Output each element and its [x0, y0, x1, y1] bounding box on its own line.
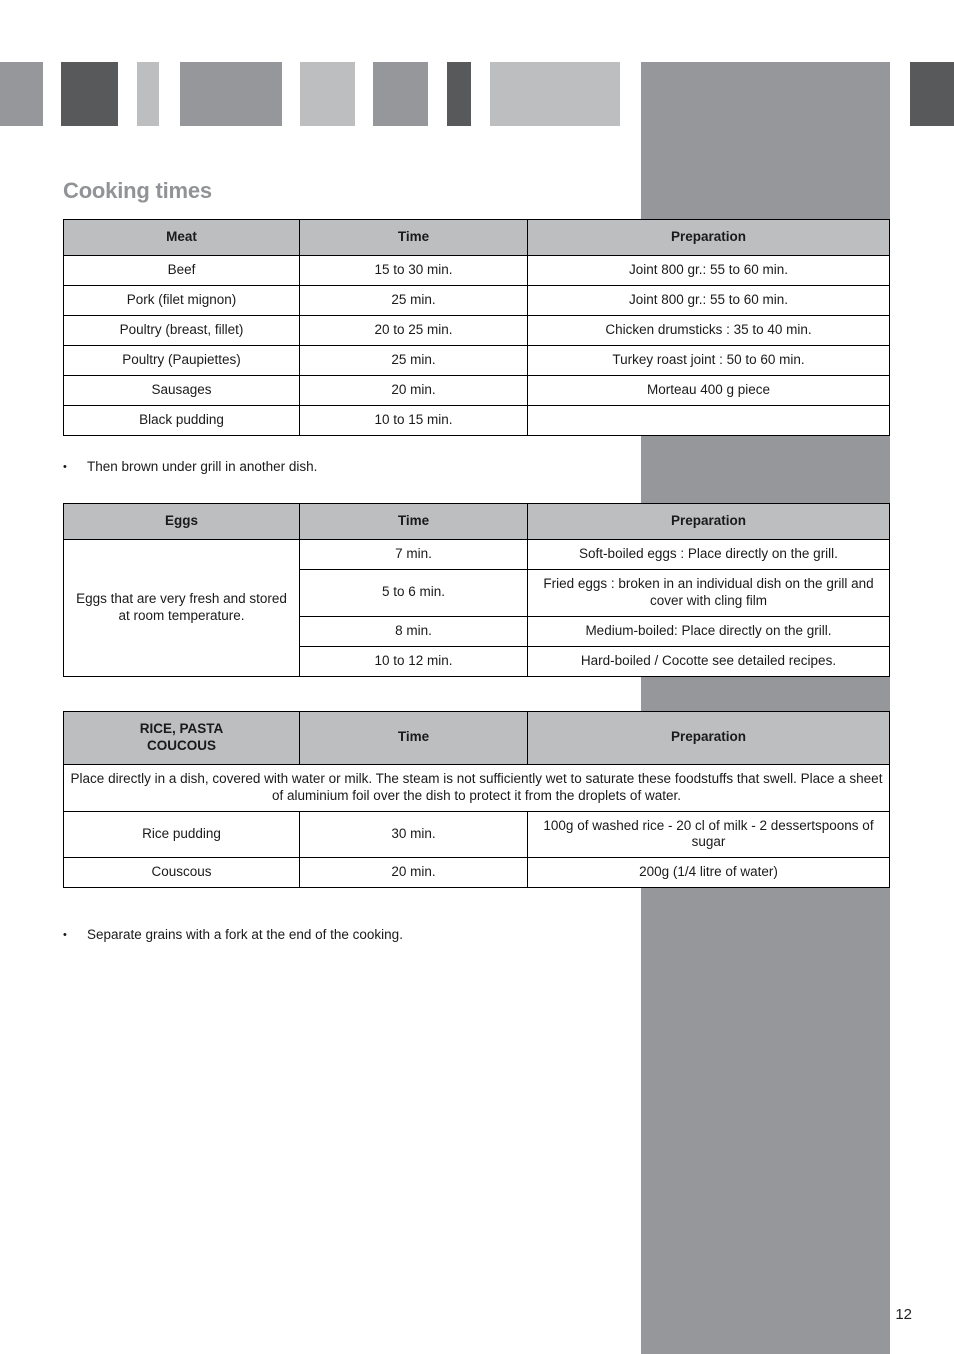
cooking-times-rice-table: RICE, PASTA COUCOUS Time Preparation Pla…	[63, 711, 890, 889]
cell-preparation: 100g of washed rice - 20 cl of milk - 2 …	[527, 810, 890, 859]
table-header-row: Meat Time Preparation	[63, 219, 890, 256]
cell-preparation: Fried eggs : broken in an individual dis…	[527, 568, 890, 617]
cell-time: 25 min.	[299, 284, 528, 316]
table-row: Poultry (Paupiettes) 25 min. Turkey roas…	[63, 344, 890, 376]
cooking-times-meat-table: Meat Time Preparation Beef 15 to 30 min.…	[63, 219, 890, 436]
table-row: Couscous 20 min. 200g (1/4 litre of wate…	[63, 857, 890, 889]
table-row: Beef 15 to 30 min. Joint 800 gr.: 55 to …	[63, 254, 890, 286]
column-header-preparation: Preparation	[527, 219, 890, 256]
cell-preparation: Turkey roast joint : 50 to 60 min.	[527, 344, 890, 376]
cell-time: 30 min.	[299, 810, 528, 859]
cooking-times-eggs-table: Eggs Time Preparation Eggs that are very…	[63, 503, 890, 677]
cell-time: 20 to 25 min.	[299, 314, 528, 346]
page-content: Cooking times Meat Time Preparation Beef…	[0, 0, 954, 1354]
column-header-time: Time	[299, 503, 528, 540]
cell-food: Black pudding	[63, 404, 300, 436]
bullet-item-grill-note: • Then brown under grill in another dish…	[63, 458, 317, 476]
column-header-preparation: Preparation	[527, 503, 890, 540]
column-header-line-2: COUCOUS	[146, 737, 216, 753]
cell-food: Sausages	[63, 374, 300, 406]
table-row-note: Place directly in a dish, covered with w…	[63, 763, 890, 812]
table-header-row: Eggs Time Preparation	[63, 503, 890, 540]
cell-food: Poultry (Paupiettes)	[63, 344, 300, 376]
column-header-time: Time	[299, 219, 528, 256]
bullet-marker-icon: •	[63, 929, 67, 941]
page-number: 12	[895, 1306, 912, 1323]
cell-preparation: Chicken drumsticks : 35 to 40 min.	[527, 314, 890, 346]
cell-preparation: Joint 800 gr.: 55 to 60 min.	[527, 254, 890, 286]
cell-time: 8 min.	[299, 615, 528, 647]
column-header-meat: Meat	[63, 219, 300, 256]
table-row: Poultry (breast, fillet) 20 to 25 min. C…	[63, 314, 890, 346]
cell-preparation	[527, 404, 890, 436]
bullet-marker-icon: •	[63, 461, 67, 473]
cell-time: 7 min.	[299, 538, 528, 570]
cell-preparation: Joint 800 gr.: 55 to 60 min.	[527, 284, 890, 316]
cell-preparation: Medium-boiled: Place directly on the gri…	[527, 615, 890, 647]
column-header-time: Time	[299, 711, 528, 765]
bullet-text: Separate grains with a fork at the end o…	[87, 927, 403, 942]
table-header-row: RICE, PASTA COUCOUS Time Preparation	[63, 711, 890, 765]
cell-food: Rice pudding	[63, 810, 300, 859]
table-row: Pork (filet mignon) 25 min. Joint 800 gr…	[63, 284, 890, 316]
page-title: Cooking times	[63, 178, 212, 203]
cell-preparation: 200g (1/4 litre of water)	[527, 857, 890, 889]
column-header-eggs: Eggs	[63, 503, 300, 540]
cell-time: 25 min.	[299, 344, 528, 376]
column-header-rice-pasta-coucous: RICE, PASTA COUCOUS	[63, 711, 300, 765]
cell-time: 20 min.	[299, 374, 528, 406]
cell-preparation: Morteau 400 g piece	[527, 374, 890, 406]
column-header-preparation: Preparation	[527, 711, 890, 765]
cell-time: 15 to 30 min.	[299, 254, 528, 286]
table-row: Eggs that are very fresh and stored at r…	[63, 538, 890, 677]
cell-time: 10 to 15 min.	[299, 404, 528, 436]
table-row: Rice pudding 30 min. 100g of washed rice…	[63, 810, 890, 859]
bullet-item-separate-grains: • Separate grains with a fork at the end…	[63, 926, 403, 944]
cell-preparation: Hard-boiled / Cocotte see detailed recip…	[527, 645, 890, 677]
cell-food: Couscous	[63, 857, 300, 889]
column-header-line-1: RICE, PASTA	[139, 721, 224, 736]
cell-food: Pork (filet mignon)	[63, 284, 300, 316]
cell-time: 20 min.	[299, 857, 528, 889]
cell-time: 5 to 6 min.	[299, 568, 528, 617]
bullet-text: Then brown under grill in another dish.	[87, 459, 318, 474]
cell-rice-note: Place directly in a dish, covered with w…	[63, 763, 890, 812]
table-row: Sausages 20 min. Morteau 400 g piece	[63, 374, 890, 406]
cell-time: 10 to 12 min.	[299, 645, 528, 677]
cell-eggs-description: Eggs that are very fresh and stored at r…	[63, 538, 300, 677]
table-row: Black pudding 10 to 15 min.	[63, 404, 890, 436]
cell-food: Beef	[63, 254, 300, 286]
cell-food: Poultry (breast, fillet)	[63, 314, 300, 346]
cell-preparation: Soft-boiled eggs : Place directly on the…	[527, 538, 890, 570]
